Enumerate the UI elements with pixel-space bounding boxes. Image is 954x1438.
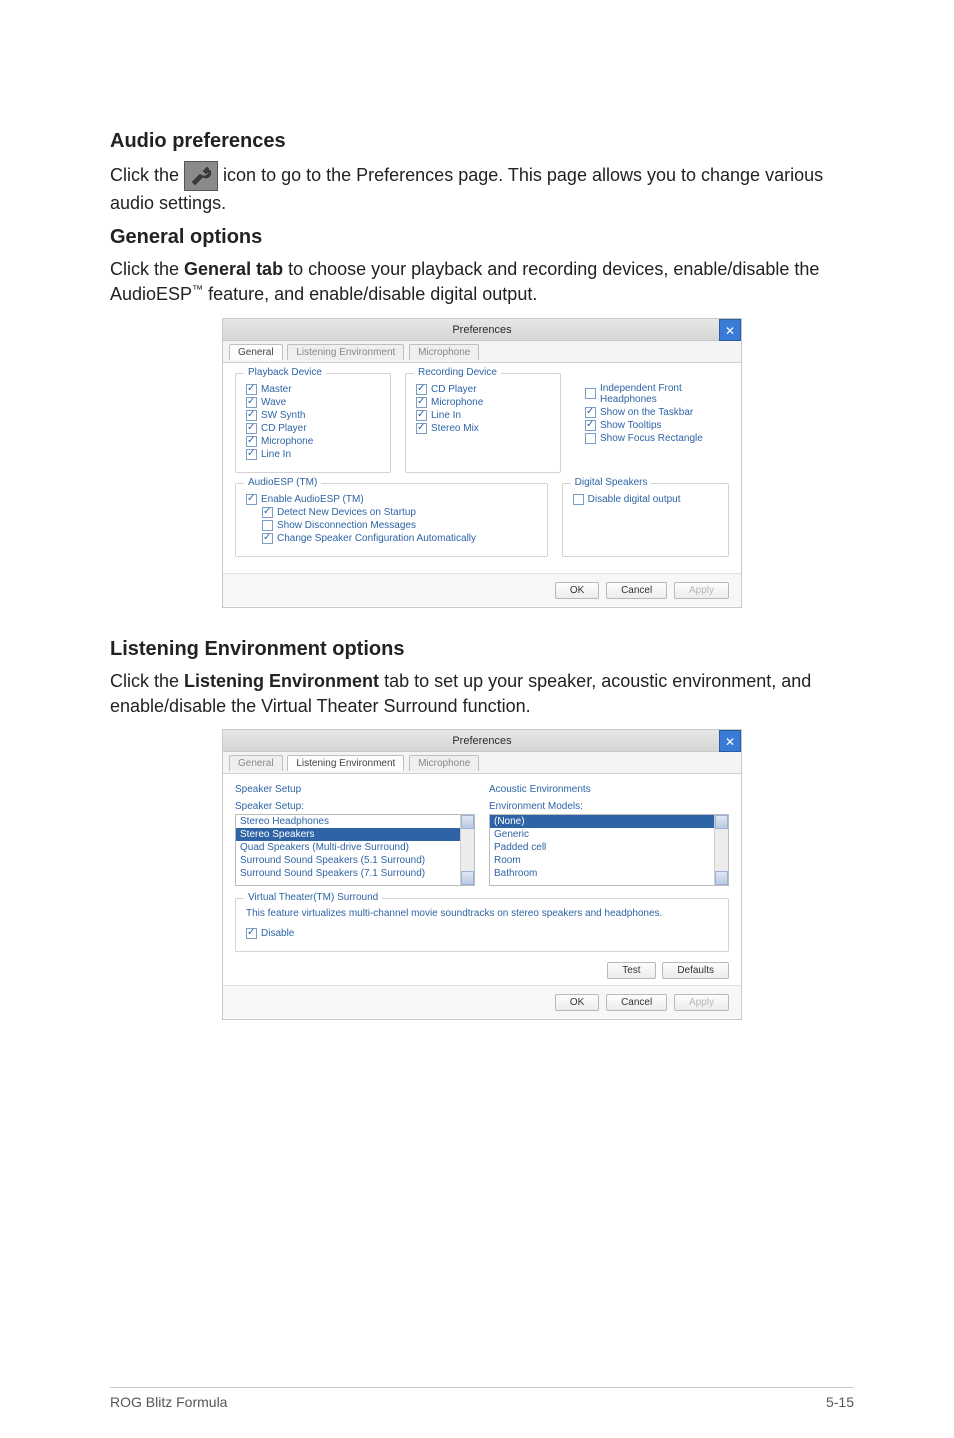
listbox-acoustic-env[interactable]: (None) Generic Padded cell Room Bathroom — [489, 814, 729, 886]
group-misc-options: Independent Front Headphones Show on the… — [575, 373, 729, 473]
chk-show-tooltips[interactable]: Show Tooltips — [585, 420, 719, 431]
text-listening-env-bold: Listening Environment — [184, 671, 379, 691]
chk-detect-new-devices[interactable]: Detect New Devices on Startup — [262, 507, 537, 518]
tabbar: General Listening Environment Microphone — [223, 752, 741, 774]
close-icon[interactable]: ✕ — [719, 319, 741, 341]
group-title: Virtual Theater(TM) Surround — [244, 892, 382, 903]
chk-show-disconnection[interactable]: Show Disconnection Messages — [262, 520, 537, 531]
chk-swsynth[interactable]: SW Synth — [246, 410, 380, 421]
list-item[interactable]: Quad Speakers (Multi-drive Surround) — [236, 841, 474, 854]
wrench-icon — [184, 161, 218, 191]
tab-microphone[interactable]: Microphone — [409, 755, 479, 771]
chk-rec-microphone[interactable]: Microphone — [416, 397, 550, 408]
tab-general[interactable]: General — [229, 755, 283, 771]
text-general-options: Click the General tab to choose your pla… — [110, 257, 854, 307]
group-playback-device: Playback Device Master Wave SW Synth CD … — [235, 373, 391, 473]
text-listening-env: Click the Listening Environment tab to s… — [110, 669, 854, 719]
ok-button[interactable]: OK — [555, 994, 599, 1011]
cancel-button[interactable]: Cancel — [606, 994, 667, 1011]
chk-indep-headphones[interactable]: Independent Front Headphones — [585, 383, 719, 405]
heading-audio-preferences: Audio preferences — [110, 130, 854, 153]
virtual-desc: This feature virtualizes multi-channel m… — [246, 907, 718, 920]
list-item[interactable]: Stereo Speakers — [236, 828, 474, 841]
apply-button[interactable]: Apply — [674, 582, 729, 599]
group-title: Acoustic Environments — [489, 784, 729, 795]
footer-left: ROG Blitz Formula — [110, 1394, 227, 1410]
heading-general-options: General options — [110, 226, 854, 249]
text-fragment: Click the — [110, 671, 184, 691]
scrollbar[interactable] — [460, 815, 474, 885]
group-title: Recording Device — [414, 367, 501, 378]
footer-right: 5-15 — [826, 1394, 854, 1410]
chk-rec-stereomix[interactable]: Stereo Mix — [416, 423, 550, 434]
scrollbar[interactable] — [714, 815, 728, 885]
list-item[interactable]: Generic — [490, 828, 728, 841]
tab-microphone[interactable]: Microphone — [409, 344, 479, 360]
chk-enable-audioesp[interactable]: Enable AudioESP (TM) — [246, 494, 537, 505]
apply-button[interactable]: Apply — [674, 994, 729, 1011]
chk-cdplayer[interactable]: CD Player — [246, 423, 380, 434]
test-button[interactable]: Test — [607, 962, 655, 979]
list-item[interactable]: Stereo Headphones — [236, 815, 474, 828]
list-item[interactable]: Room — [490, 854, 728, 867]
list-item[interactable]: Padded cell — [490, 841, 728, 854]
dialog-buttons: OK Cancel Apply — [223, 573, 741, 607]
group-recording-device: Recording Device CD Player Microphone Li… — [405, 373, 561, 473]
heading-listening-env: Listening Environment options — [110, 638, 854, 661]
ok-button[interactable]: OK — [555, 582, 599, 599]
text-audio-prefs: Click the icon to go to the Preferences … — [110, 161, 854, 216]
group-title: Digital Speakers — [571, 477, 652, 488]
cancel-button[interactable]: Cancel — [606, 582, 667, 599]
chk-show-taskbar[interactable]: Show on the Taskbar — [585, 407, 719, 418]
group-title: Playback Device — [244, 367, 326, 378]
defaults-button[interactable]: Defaults — [662, 962, 729, 979]
chk-master[interactable]: Master — [246, 384, 380, 395]
chk-show-focus-rect[interactable]: Show Focus Rectangle — [585, 433, 719, 444]
text-fragment: Click the — [110, 259, 184, 279]
sub-label: Environment Models: — [489, 801, 729, 812]
titlebar: Preferences ✕ — [223, 730, 741, 752]
col-speaker-setup: Speaker Setup Speaker Setup: Stereo Head… — [235, 784, 475, 886]
tab-listening-environment[interactable]: Listening Environment — [287, 755, 404, 771]
tabbar: General Listening Environment Microphone — [223, 341, 741, 363]
list-item[interactable]: Surround Sound Speakers (7.1 Surround) — [236, 867, 474, 880]
chk-rec-cdplayer[interactable]: CD Player — [416, 384, 550, 395]
group-digital-speakers: Digital Speakers Disable digital output — [562, 483, 729, 557]
chk-wave[interactable]: Wave — [246, 397, 380, 408]
tab-listening-environment[interactable]: Listening Environment — [287, 344, 404, 360]
chk-change-speaker-auto[interactable]: Change Speaker Configuration Automatical… — [262, 533, 537, 544]
list-item[interactable]: Bathroom — [490, 867, 728, 880]
text-general-tab-bold: General tab — [184, 259, 283, 279]
tab-general[interactable]: General — [229, 344, 283, 360]
sub-label: Speaker Setup: — [235, 801, 475, 812]
group-audioesp: AudioESP (TM) Enable AudioESP (TM) Detec… — [235, 483, 548, 557]
list-item[interactable]: (None) — [490, 815, 728, 828]
chk-virtual-disable[interactable]: Disable — [246, 928, 718, 939]
text-fragment: feature, and enable/disable digital outp… — [208, 284, 537, 304]
dialog-buttons: OK Cancel Apply — [223, 985, 741, 1019]
text-fragment: Click the — [110, 165, 184, 185]
group-title: AudioESP (TM) — [244, 477, 321, 488]
page-footer: ROG Blitz Formula 5-15 — [110, 1387, 854, 1410]
tm-mark: ™ — [192, 284, 203, 296]
window-title: Preferences — [452, 735, 511, 747]
group-virtual-theater: Virtual Theater(TM) Surround This featur… — [235, 898, 729, 952]
chk-disable-digital[interactable]: Disable digital output — [573, 494, 718, 505]
chk-rec-linein[interactable]: Line In — [416, 410, 550, 421]
chk-linein[interactable]: Line In — [246, 449, 380, 460]
col-acoustic-env: Acoustic Environments Environment Models… — [489, 784, 729, 886]
preferences-window-listening: Preferences ✕ General Listening Environm… — [222, 729, 742, 1020]
group-title: Speaker Setup — [235, 784, 475, 795]
list-item[interactable]: Surround Sound Speakers (5.1 Surround) — [236, 854, 474, 867]
close-icon[interactable]: ✕ — [719, 730, 741, 752]
listbox-speaker-setup[interactable]: Stereo Headphones Stereo Speakers Quad S… — [235, 814, 475, 886]
preferences-window-general: Preferences ✕ General Listening Environm… — [222, 318, 742, 608]
window-title: Preferences — [452, 324, 511, 336]
chk-microphone[interactable]: Microphone — [246, 436, 380, 447]
titlebar: Preferences ✕ — [223, 319, 741, 341]
